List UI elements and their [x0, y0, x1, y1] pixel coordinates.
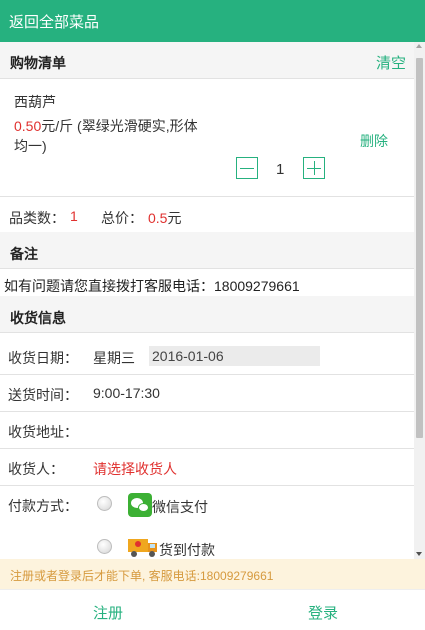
register-button[interactable]: 注册: [93, 602, 123, 623]
remark-section-header: 备注: [0, 232, 414, 268]
item-name: 西葫芦: [14, 94, 56, 110]
divider: [0, 374, 414, 375]
clear-cart-button[interactable]: 清空: [376, 52, 406, 73]
pay-cod-radio[interactable]: [97, 539, 112, 554]
kinds-label: 品类数：: [9, 210, 65, 226]
scroll-down-arrow-icon[interactable]: [416, 552, 422, 556]
cart-section-header: 购物清单 清空: [0, 42, 414, 78]
select-receiver-link[interactable]: 请选择收货人: [93, 459, 177, 479]
top-bar: 返回全部菜品: [0, 0, 425, 42]
item-description: (翠绿光滑硬实,形体: [73, 118, 198, 134]
delete-item-button[interactable]: 删除: [360, 131, 388, 151]
kinds-value: 1: [70, 208, 78, 224]
divider: [0, 485, 414, 486]
scrollbar-thumb[interactable]: [416, 58, 423, 438]
main-content: 购物清单 清空 西葫芦 0.50元/斤 (翠绿光滑硬实,形体 均一) 删除 1 …: [0, 42, 414, 559]
delivery-date-input[interactable]: 2016-01-06: [149, 346, 320, 366]
plus-icon-vertical: [314, 161, 315, 175]
pay-wechat-label: 微信支付: [152, 499, 208, 515]
receiver-label: 收货人：: [8, 461, 64, 477]
divider: [0, 196, 414, 197]
payment-method-label: 付款方式：: [8, 498, 78, 514]
delivery-time-label: 送货时间：: [8, 387, 78, 403]
delivery-section-header: 收货信息: [0, 296, 414, 332]
scroll-up-arrow-icon[interactable]: [416, 44, 422, 48]
total-price: 0.5元: [148, 208, 181, 228]
back-to-all-dishes-link[interactable]: 返回全部菜品: [9, 11, 99, 32]
login-notice-bar: 注册或者登录后才能下单, 客服电话:18009279661: [0, 559, 425, 589]
delivery-weekday: 星期三: [93, 350, 135, 366]
divider: [0, 268, 414, 269]
divider: [0, 332, 414, 333]
total-value: 0.5: [148, 210, 168, 226]
bottom-action-bar: 注册 登录: [0, 589, 425, 630]
remark-text: 如有问题请您直接拨打客服电话：18009279661: [4, 278, 300, 294]
remark-title: 备注: [10, 246, 38, 262]
quantity-value: 1: [276, 161, 285, 178]
item-description-cont: 均一): [14, 138, 47, 154]
decrease-quantity-button[interactable]: [236, 157, 258, 179]
cart-title: 购物清单: [10, 55, 66, 71]
chat-bubble-shape: [138, 503, 149, 512]
delivery-address-label: 收货地址：: [8, 424, 78, 440]
delivery-title: 收货信息: [10, 310, 66, 326]
login-notice-text: 注册或者登录后才能下单, 客服电话:18009279661: [10, 569, 274, 583]
item-price: 0.50: [14, 118, 42, 134]
truck-icon: [128, 539, 157, 557]
total-unit: 元: [167, 210, 182, 226]
login-button[interactable]: 登录: [308, 602, 338, 623]
pay-wechat-radio[interactable]: [97, 496, 112, 511]
item-unit: 元/斤: [41, 118, 74, 134]
divider: [0, 411, 414, 412]
delivery-time-value: 9:00-17:30: [93, 385, 160, 401]
item-price-line: 0.50元/斤 (翠绿光滑硬实,形体: [14, 116, 198, 136]
minus-icon: [240, 168, 254, 169]
divider: [0, 78, 414, 79]
delivery-date-label: 收货日期：: [8, 350, 78, 366]
total-label: 总价：: [101, 210, 143, 226]
wechat-pay-icon: [128, 493, 152, 517]
divider: [0, 448, 414, 449]
pay-cod-label: 货到付款: [159, 542, 215, 558]
increase-quantity-button[interactable]: [303, 157, 325, 179]
vertical-scrollbar[interactable]: [414, 42, 425, 559]
